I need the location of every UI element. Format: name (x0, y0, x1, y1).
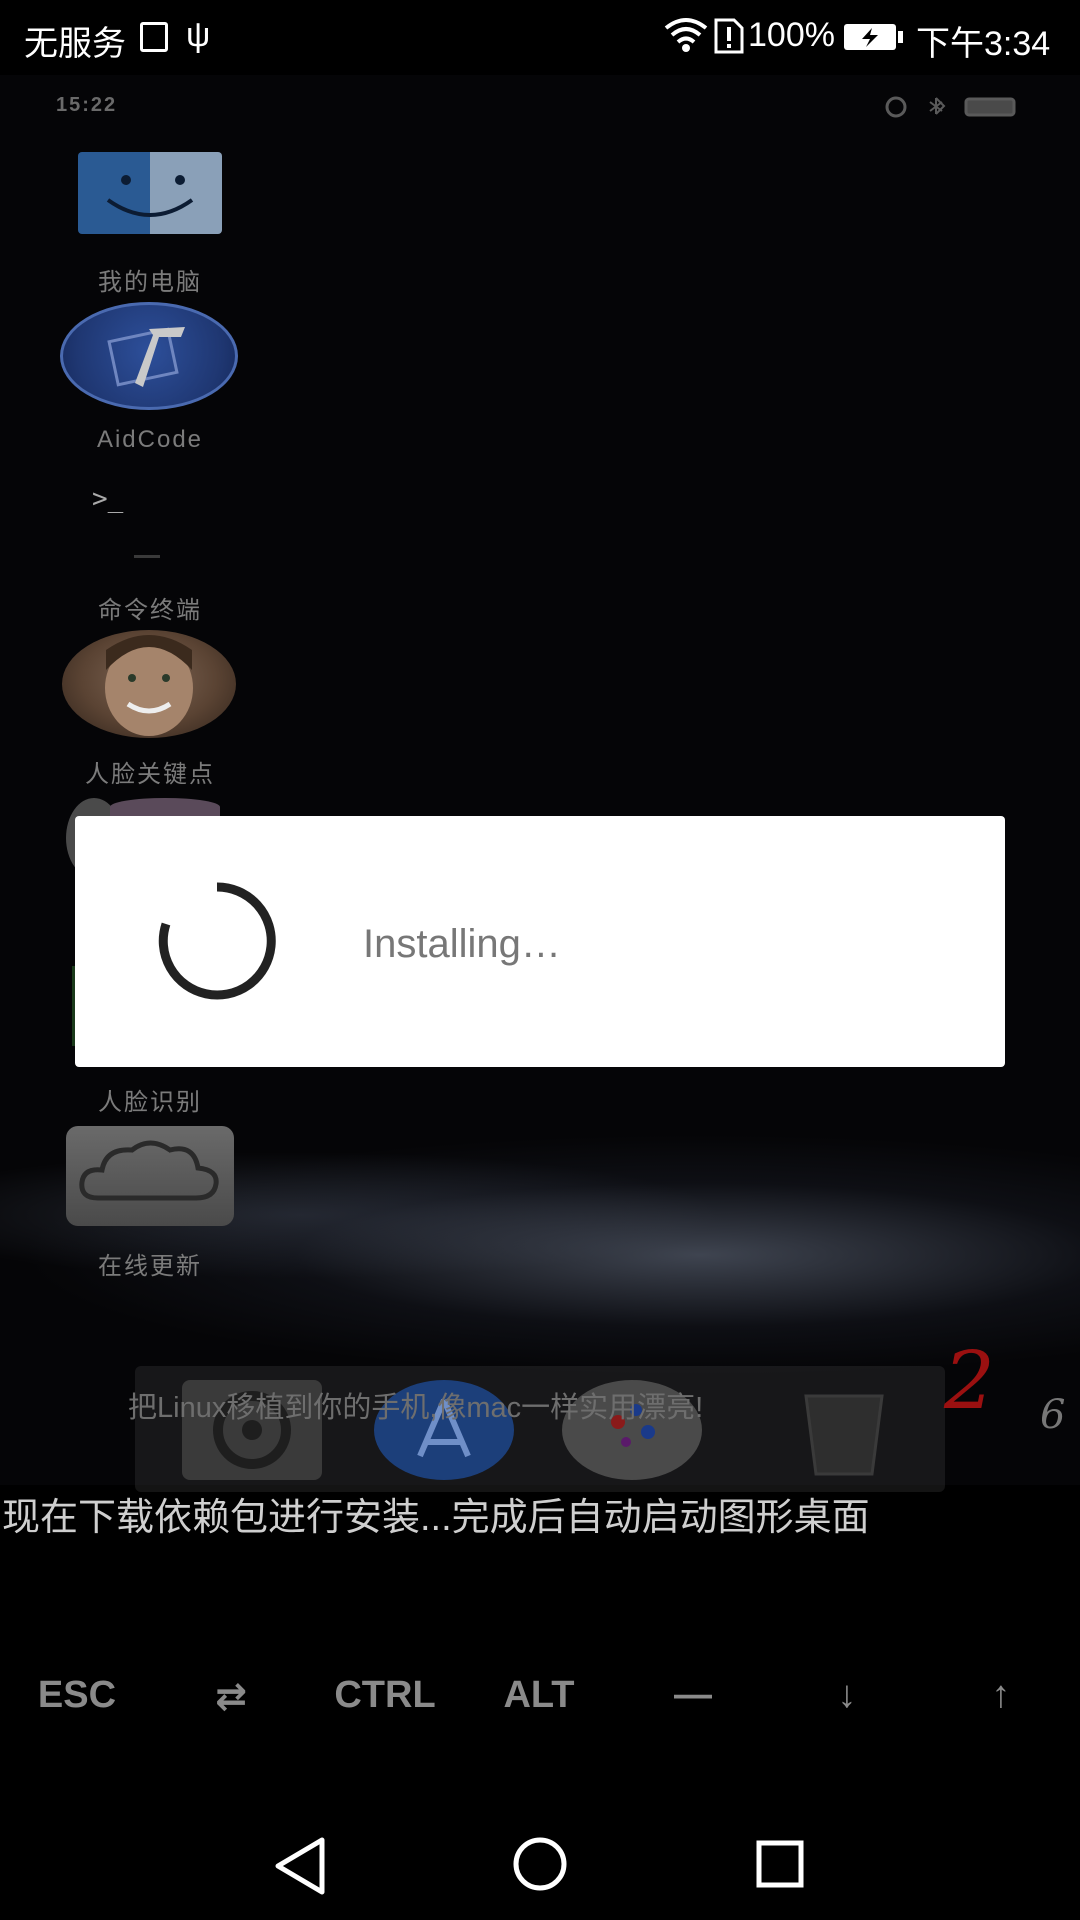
wifi-icon (664, 18, 708, 52)
key-tab[interactable]: ⇄ (154, 1674, 308, 1734)
partial-icon-top (110, 798, 220, 816)
key-alt[interactable]: ALT (462, 1674, 616, 1734)
desktop-icon-label: 在线更新 (98, 1253, 202, 1280)
inner-status-icons (885, 96, 1016, 118)
xcode-hammer-icon[interactable] (60, 302, 238, 410)
sd-card-icon (140, 22, 168, 52)
desktop-icon-label: 人脸识别 (98, 1089, 202, 1116)
cloud-icon[interactable] (66, 1126, 234, 1226)
carrier-text: 无服务 (24, 25, 126, 63)
desktop-icon-label: 我的电脑 (98, 269, 202, 296)
key-up[interactable]: ↑ (924, 1674, 1078, 1734)
terminal-output-line: 现在下载依赖包进行安装...完成后自动启动图形桌面 (2, 1497, 870, 1539)
desktop-icon-label: AidCode (96, 426, 204, 453)
divider (134, 555, 160, 558)
home-icon[interactable] (512, 1836, 568, 1892)
trash-icon[interactable] (774, 1380, 914, 1480)
dialog-message: Installing… (363, 922, 561, 966)
status-bar: 无服务 ψ 100% 下午3:34 (0, 0, 1080, 75)
terminal-icon[interactable]: >_ (92, 484, 123, 514)
recents-icon[interactable] (756, 1840, 804, 1888)
usb-icon: ψ (186, 16, 211, 54)
key-ctrl[interactable]: CTRL (308, 1674, 462, 1734)
desktop-icon-label: 命令终端 (98, 597, 202, 624)
battery-charging-icon (844, 24, 903, 50)
battery-percent: 100% (748, 16, 835, 54)
key-minus[interactable]: — (616, 1674, 770, 1734)
sim-alert-icon (714, 18, 744, 54)
key-esc[interactable]: ESC (0, 1674, 154, 1734)
face-icon[interactable] (62, 630, 236, 738)
banner-page-number: 6 (1040, 1392, 1066, 1438)
key-down[interactable]: ↓ (770, 1674, 924, 1734)
banner-big-number: 2 (944, 1334, 995, 1427)
desktop-icon-label: 人脸关键点 (85, 761, 215, 788)
spinner-icon (158, 882, 276, 1000)
clock: 下午3:34 (916, 25, 1051, 63)
inner-clock: 15:22 (56, 94, 118, 116)
finder-icon[interactable] (78, 152, 222, 234)
banner-subtitle: 把Linux移植到你的手机,像mac一样实用漂亮! (128, 1392, 704, 1424)
back-icon[interactable] (272, 1836, 328, 1896)
